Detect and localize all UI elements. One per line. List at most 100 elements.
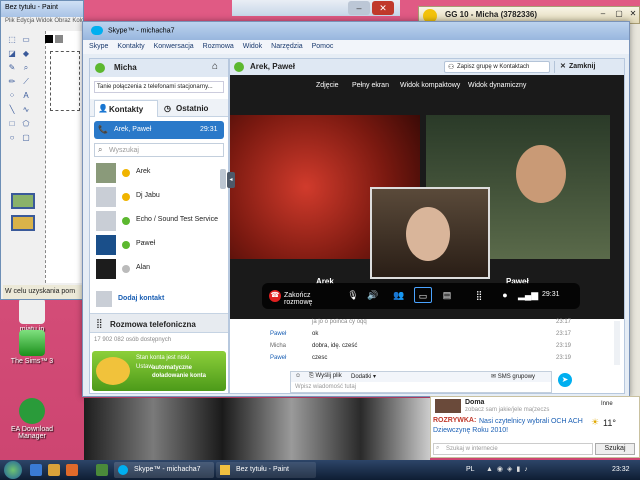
fullscreen-button[interactable]: Pełny ekran [348,79,393,93]
start-button[interactable] [4,461,22,479]
color-swatch[interactable] [55,35,63,43]
taskbar-item-paint[interactable]: Bez tytułu - Paint [216,462,316,478]
ie-icon[interactable] [30,464,42,476]
minimize-icon[interactable]: – [597,9,609,21]
snapshot-button[interactable]: Zdjęcie [312,79,343,93]
tab-contacts[interactable]: 👤 Kontakty [94,100,158,117]
menu-item[interactable]: Rozmowa [203,43,234,50]
avatar [435,399,461,413]
active-call-item[interactable]: 📞 Arek, Paweł 29:31 [94,121,224,139]
select-rect-icon[interactable]: ▭ [21,35,31,45]
zoom-icon[interactable]: ⌕ [21,63,31,73]
text-icon[interactable]: A [21,91,31,101]
add-person-icon [96,291,112,307]
add-contact-button[interactable]: Dodaj kontakt [94,289,224,309]
tab-recent[interactable]: ◷ Ostatnio [162,102,224,116]
menu-item[interactable]: Widok [243,43,262,50]
contact-item[interactable]: Arek [96,161,222,185]
airbrush-icon[interactable]: ⁘ [7,91,17,101]
collapse-panel-icon[interactable]: ◂ [227,172,235,188]
dialpad-icon[interactable]: ⣿ [470,287,488,303]
fill-icon[interactable]: ◆ [21,49,31,59]
menu-item[interactable]: Konwersacja [154,43,194,50]
send-icon[interactable]: ➤ [558,373,572,387]
brush-icon[interactable]: ⟋ [21,77,31,87]
contact-name: Dj Jabu [136,192,160,199]
temperature: 11° [603,418,616,428]
gg-panel-edge [630,24,640,396]
taskbar-item-skype[interactable]: Skype™ - michacha7 [114,462,214,478]
picker-icon[interactable]: ✎ [7,63,17,73]
add-people-icon[interactable]: 👥 [390,287,408,303]
clock[interactable]: 23:32 [612,466,630,473]
gg-extra[interactable]: Inne [601,401,613,407]
scrollbar-thumb[interactable] [220,169,226,189]
compact-view-button[interactable]: Widok kompaktowy [396,79,464,93]
menu-item[interactable]: Pomoc [312,43,334,50]
menu-item[interactable]: Narzędzia [271,43,303,50]
dynamic-view-button[interactable]: Widok dynamiczny [464,79,530,93]
gg-search-input[interactable]: ⌕ Szukaj w internecie [433,443,593,455]
contact-item[interactable]: Paweł [96,233,222,257]
contact-item[interactable]: Echo / Sound Test Service [96,209,222,233]
chat-history: ja jo o poinca cy oqq 23:17 Paweł ok 23:… [230,319,624,369]
close-conversation-button[interactable]: ✕ Zamknij [554,61,620,73]
folder-icon[interactable] [48,464,60,476]
language-indicator[interactable]: PL [466,466,475,473]
contact-search-input[interactable]: ⌕ Wyszukaj [94,143,224,157]
save-group-button[interactable]: ⚇ Zapisz grupę w Kontaktach [444,61,550,73]
media-player-icon[interactable] [66,464,78,476]
status-icon [122,217,130,225]
paint-menu[interactable]: Plik Edycja Widok Obraz Kolory Pomoc [1,17,83,28]
desktop-icon-sims[interactable]: The Sims™ 3 [6,330,58,365]
video-icon[interactable]: ▭ [414,287,432,303]
mute-icon[interactable]: 🎙 [344,287,362,303]
sms-button[interactable]: ✉ SMS grupowy [491,373,535,380]
polygon-icon[interactable]: ⬠ [21,119,31,129]
pencil-icon[interactable]: ✏ [7,77,17,87]
desktop-icon-file[interactable]: miatu.jp [6,298,58,333]
user-header[interactable]: Micha ⌂ [90,59,228,77]
maximize-icon[interactable]: ▢ [613,9,625,21]
promo-banner[interactable]: Stan konta jest niski. Ustaw automatyczn… [92,351,226,391]
curve-icon[interactable]: ∿ [21,105,31,115]
speaker-icon[interactable]: 🔊 [364,287,382,303]
app-icon[interactable] [96,464,108,476]
promo-bold: automatyczne doładowanie konta [152,365,207,379]
gg-ad-text[interactable]: Nasi czytelnicy wybrali OCH ACH Dziewczy… [433,417,587,435]
color-palette[interactable] [45,35,81,49]
rounded-rect-icon[interactable]: ▢ [21,133,31,143]
ellipse-icon[interactable]: ○ [7,133,17,143]
addons-label: Dodatki [351,374,372,380]
addons-button[interactable]: Dodatki ▾ [351,373,376,380]
desktop-icon-ea[interactable]: EA Download Manager [6,398,58,440]
screen-share-icon[interactable]: ▤ [438,287,456,303]
close-icon[interactable]: ✕ [627,9,639,21]
contact-item[interactable]: Alan [96,257,222,281]
gg-search-button[interactable]: Szukaj [595,443,635,455]
self-video-preview[interactable] [370,187,490,279]
contact-item[interactable]: Dj Jabu [96,185,222,209]
select-icon[interactable]: ⬚ [7,35,17,45]
minimize-icon[interactable]: – [348,1,370,15]
home-icon[interactable]: ⌂ [212,61,218,72]
contact-name: Echo / Sound Test Service [136,216,218,223]
status-globe-icon[interactable]: ● [496,287,514,303]
line-icon[interactable]: ╲ [7,105,17,115]
end-call-button[interactable]: ☎ Zakończ rozmowę [266,287,338,306]
weather-widget[interactable]: ☀ 11° [591,417,639,431]
chat-scrollbar[interactable] [614,321,620,365]
color-swatch[interactable] [45,35,53,43]
emoticon-icon[interactable]: ☺ [295,373,301,379]
phone-call-section[interactable]: ⣿ Rozmowa telefoniczna [90,313,228,333]
message-input[interactable]: Wpisz wiadomość tutaj [295,384,356,390]
rectangle-icon[interactable]: □ [7,119,17,129]
mood-message[interactable]: Tanie połączenia z telefonami stacjonarn… [94,81,224,93]
close-icon[interactable]: ✕ [372,1,394,15]
menu-item[interactable]: Kontakty [117,43,144,50]
send-file-button[interactable]: ⎘ Wyślij plik [309,373,342,380]
tray-icons[interactable]: ▲◉◈▮♪ [486,465,596,475]
menu-item[interactable]: Skype [89,43,108,50]
paint-canvas[interactable] [45,31,83,283]
eraser-icon[interactable]: ◪ [7,49,17,59]
